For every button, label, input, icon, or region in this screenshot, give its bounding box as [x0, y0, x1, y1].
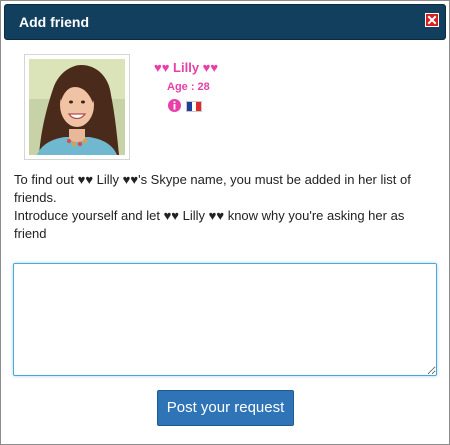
dialog-title: Add friend	[19, 14, 89, 30]
profile-name[interactable]: ♥♥ Lilly ♥♥	[154, 60, 218, 75]
france-flag-icon	[186, 101, 202, 112]
post-request-button[interactable]: Post your request	[157, 390, 294, 426]
instruction-line-1: To find out ♥♥ Lilly ♥♥'s Skype name, yo…	[14, 172, 411, 205]
request-instructions: To find out ♥♥ Lilly ♥♥'s Skype name, yo…	[14, 171, 438, 243]
request-message-textarea[interactable]	[13, 263, 437, 376]
instruction-line-2: Introduce yourself and let ♥♥ Lilly ♥♥ k…	[14, 208, 405, 241]
profile-avatar	[24, 54, 130, 160]
profile-age: Age : 28	[167, 81, 210, 93]
dialog-titlebar: Add friend	[4, 4, 446, 40]
close-icon[interactable]	[425, 13, 439, 27]
add-friend-dialog: Add friend ♥♥ Lilly ♥♥ Age : 28 To find …	[0, 0, 450, 445]
profile-photo	[29, 59, 125, 155]
info-icon[interactable]	[168, 99, 181, 112]
